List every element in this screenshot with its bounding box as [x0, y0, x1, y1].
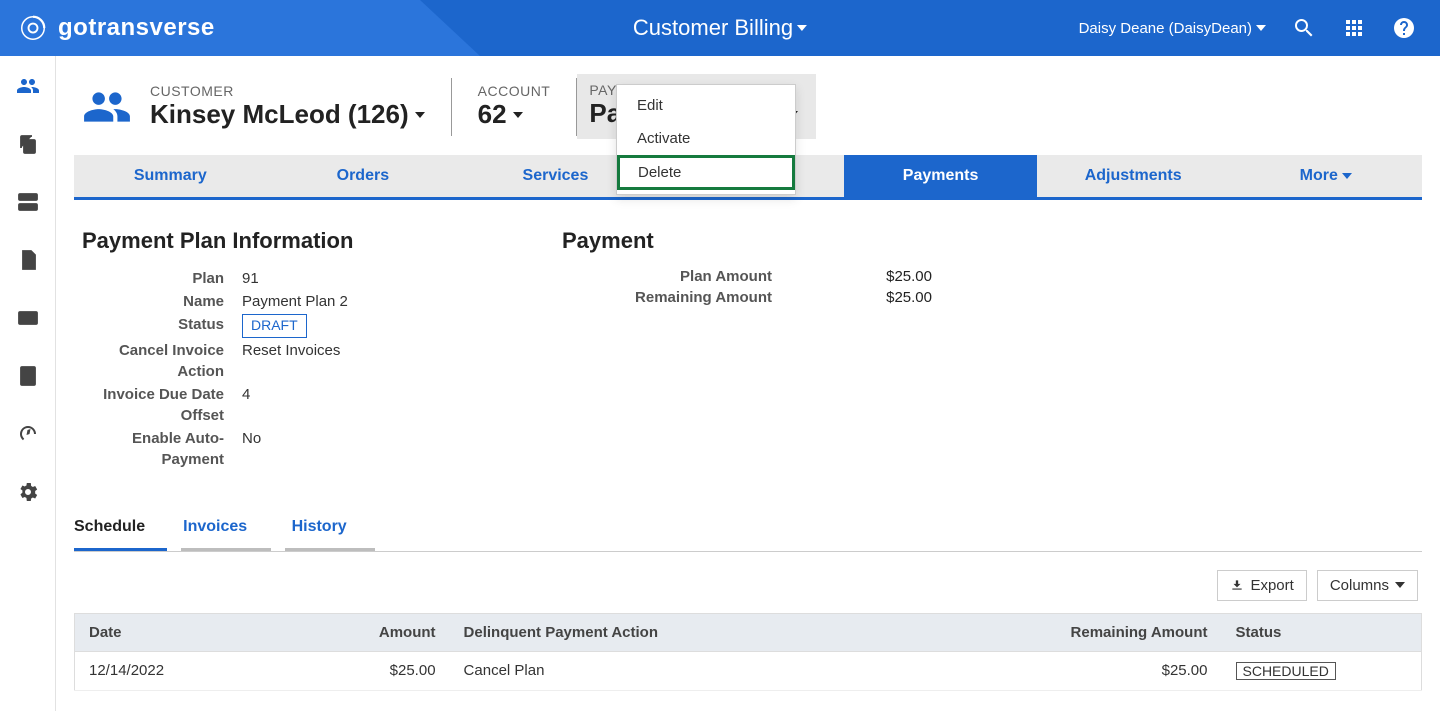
- dropdown-item-delete[interactable]: Delete: [617, 155, 795, 190]
- info-label: Cancel Invoice Action: [82, 340, 242, 382]
- module-switcher[interactable]: Customer Billing: [633, 15, 807, 41]
- user-menu[interactable]: Daisy Deane (DaisyDean): [1079, 20, 1266, 37]
- tab-payments[interactable]: Payments: [844, 155, 1037, 197]
- summary-value: $25.00: [812, 268, 932, 285]
- nav-servers[interactable]: [14, 188, 42, 216]
- left-nav: [0, 56, 56, 711]
- dropdown-item-edit[interactable]: Edit: [617, 89, 795, 122]
- nav-documents[interactable]: [14, 246, 42, 274]
- apps-icon[interactable]: [1342, 16, 1366, 40]
- caret-down-icon: [1395, 582, 1405, 588]
- caret-down-icon: [1256, 25, 1266, 31]
- logo-icon: [18, 13, 48, 43]
- col-remaining[interactable]: Remaining Amount: [893, 613, 1222, 651]
- customer-dropdown[interactable]: Kinsey McLeod (126): [150, 99, 425, 130]
- columns-button[interactable]: Columns: [1317, 570, 1418, 601]
- main-content: CUSTOMER Kinsey McLeod (126) ACCOUNT 62: [56, 56, 1440, 711]
- info-value: No: [242, 428, 261, 449]
- info-value: 4: [242, 384, 250, 405]
- plan-summary-heading: Payment: [562, 228, 982, 254]
- tab-adjustments[interactable]: Adjustments: [1037, 155, 1230, 197]
- info-row: Enable Auto-PaymentNo: [82, 428, 502, 470]
- nav-calculator[interactable]: [14, 362, 42, 390]
- sub-tab-schedule[interactable]: Schedule: [74, 508, 167, 551]
- caret-down-icon: [513, 112, 523, 118]
- col-action[interactable]: Delinquent Payment Action: [450, 613, 893, 651]
- info-row: NamePayment Plan 2: [82, 291, 502, 312]
- nav-copy[interactable]: [14, 130, 42, 158]
- brand-name: gotransverse: [58, 14, 215, 42]
- export-button[interactable]: Export: [1217, 570, 1306, 601]
- info-value: DRAFT: [242, 314, 307, 338]
- col-date[interactable]: Date: [75, 613, 281, 651]
- summary-row: Remaining Amount$25.00: [562, 289, 982, 306]
- col-amount[interactable]: Amount: [281, 613, 450, 651]
- info-label: Invoice Due Date Offset: [82, 384, 242, 426]
- schedule-table: Date Amount Delinquent Payment Action Re…: [74, 613, 1422, 691]
- sub-tab-history[interactable]: History: [285, 508, 375, 551]
- caret-down-icon: [797, 25, 807, 31]
- help-icon[interactable]: [1392, 16, 1416, 40]
- table-row[interactable]: 12/14/2022$25.00Cancel Plan$25.00SCHEDUL…: [75, 651, 1422, 690]
- col-status[interactable]: Status: [1222, 613, 1422, 651]
- sub-tabs: Schedule Invoices History: [74, 508, 1422, 552]
- tab-more[interactable]: More: [1229, 155, 1422, 197]
- summary-row: Plan Amount$25.00: [562, 268, 982, 285]
- brand-logo[interactable]: gotransverse: [0, 13, 215, 43]
- caret-down-icon: [1342, 173, 1352, 179]
- info-value: 91: [242, 268, 259, 289]
- nav-dashboard[interactable]: [14, 420, 42, 448]
- info-row: Plan91: [82, 268, 502, 289]
- summary-label: Plan Amount: [562, 268, 812, 285]
- tab-orders[interactable]: Orders: [267, 155, 460, 197]
- nav-settings[interactable]: [14, 478, 42, 506]
- caret-down-icon: [415, 112, 425, 118]
- info-label: Name: [82, 291, 242, 312]
- module-title: Customer Billing: [633, 15, 793, 41]
- info-label: Plan: [82, 268, 242, 289]
- download-icon: [1230, 578, 1244, 592]
- nav-card[interactable]: [14, 304, 42, 332]
- user-display: Daisy Deane (DaisyDean): [1079, 20, 1252, 37]
- info-label: Status: [82, 314, 242, 335]
- dropdown-item-activate[interactable]: Activate: [617, 122, 795, 155]
- summary-value: $25.00: [812, 289, 932, 306]
- tab-summary[interactable]: Summary: [74, 155, 267, 197]
- info-label: Enable Auto-Payment: [82, 428, 242, 470]
- account-dropdown[interactable]: 62: [478, 99, 551, 130]
- sub-tab-invoices[interactable]: Invoices: [181, 508, 271, 551]
- plan-actions-dropdown: Edit Activate Delete: [616, 84, 796, 195]
- nav-customers[interactable]: [14, 72, 42, 100]
- customer-icon: [82, 82, 132, 132]
- plan-info-heading: Payment Plan Information: [82, 228, 502, 254]
- status-badge: DRAFT: [242, 314, 307, 338]
- info-value: Payment Plan 2: [242, 291, 348, 312]
- account-label: ACCOUNT: [478, 83, 551, 99]
- status-badge: SCHEDULED: [1236, 662, 1336, 680]
- summary-label: Remaining Amount: [562, 289, 812, 306]
- info-row: Cancel Invoice ActionReset Invoices: [82, 340, 502, 382]
- info-value: Reset Invoices: [242, 340, 340, 361]
- info-row: StatusDRAFT: [82, 314, 502, 338]
- search-icon[interactable]: [1292, 16, 1316, 40]
- info-row: Invoice Due Date Offset4: [82, 384, 502, 426]
- topbar: gotransverse Customer Billing Daisy Dean…: [0, 0, 1440, 56]
- customer-label: CUSTOMER: [150, 83, 425, 99]
